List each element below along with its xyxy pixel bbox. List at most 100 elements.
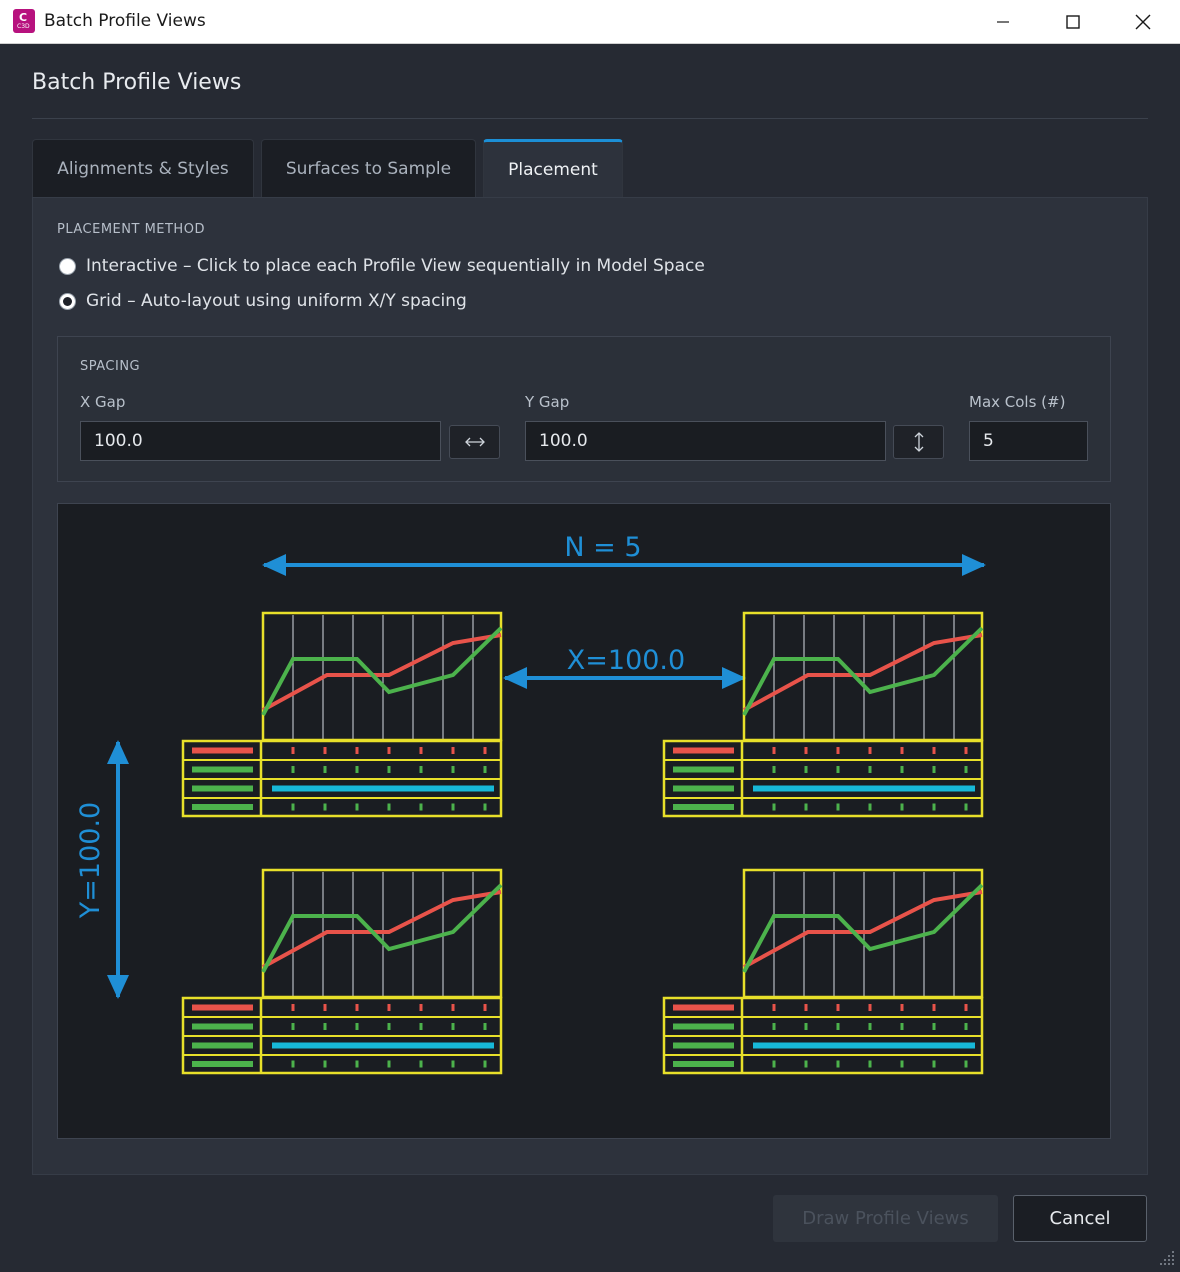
band-tick [772, 747, 776, 754]
band-tick [419, 1023, 423, 1030]
profile-view-3 [181, 868, 503, 1075]
band-tick [772, 1023, 776, 1030]
band-tick [932, 747, 936, 754]
band-tick [483, 1023, 487, 1030]
profile-red-line [262, 890, 502, 969]
y-gap-input[interactable] [525, 421, 886, 461]
x-dimension-arrow-head-end [722, 667, 746, 689]
band-tick [451, 1023, 455, 1030]
band-tick [387, 1004, 391, 1011]
band-tick [483, 747, 487, 754]
close-icon [1135, 14, 1151, 30]
minimize-icon [997, 21, 1009, 23]
band-legend-swatch [673, 804, 734, 810]
band-tick [964, 747, 968, 754]
band-tick [419, 1060, 423, 1068]
band-tick [868, 803, 872, 811]
band-tick [355, 766, 359, 773]
band-tick [419, 1004, 423, 1011]
max-cols-input[interactable] [969, 421, 1088, 461]
band-legend-swatch [673, 1023, 734, 1030]
minimize-button[interactable] [968, 0, 1038, 44]
resize-grip-icon[interactable] [1160, 1249, 1176, 1265]
band-tick [419, 803, 423, 811]
band-tick [836, 1023, 840, 1030]
band-tick [836, 747, 840, 754]
band-legend-swatch [192, 1061, 253, 1067]
band-tick [964, 766, 968, 773]
band-tick [932, 803, 936, 811]
band-legend-swatch [673, 1061, 734, 1067]
maximize-button[interactable] [1038, 0, 1108, 44]
band-tick [900, 803, 904, 811]
profile-red-line [743, 633, 983, 712]
band-tick [323, 1023, 327, 1030]
draw-profile-views-button[interactable]: Draw Profile Views [773, 1195, 998, 1242]
placement-panel: PLACEMENT METHOD Interactive – Click to … [32, 197, 1148, 1175]
tab-placement[interactable]: Placement [483, 139, 623, 198]
band-tick [868, 1060, 872, 1068]
band-legend-swatch [192, 785, 253, 792]
placement-method-label: PLACEMENT METHOD [57, 222, 205, 237]
band-tick [804, 747, 808, 754]
n-count-label: N = 5 [564, 532, 641, 563]
band-tick [291, 747, 295, 754]
band-tick [291, 803, 295, 811]
cancel-button[interactable]: Cancel [1013, 1195, 1147, 1242]
band-tick [355, 1004, 359, 1011]
band-tick [772, 803, 776, 811]
layout-preview-diagram: N = 5 X=100.0 Y=100.0 [75, 532, 986, 1075]
band-tick [323, 747, 327, 754]
radio-interactive[interactable]: Interactive – Click to place each Profil… [59, 255, 705, 277]
radio-grid[interactable]: Grid – Auto-layout using uniform X/Y spa… [59, 290, 467, 312]
profile-view-1 [181, 611, 503, 818]
band-tick [451, 803, 455, 811]
radio-grid-button[interactable] [59, 292, 76, 310]
band-legend-swatch [192, 766, 253, 773]
y-gap-pick-button[interactable] [893, 425, 944, 459]
band-tick [964, 1023, 968, 1030]
spacing-group: SPACING X Gap Y Gap Max Cols (#) [57, 336, 1111, 482]
dialog: Batch Profile Views Alignments & Styles … [0, 44, 1180, 1272]
band-tick [932, 1004, 936, 1011]
band-tick [387, 1023, 391, 1030]
horizontal-arrows-icon [464, 437, 485, 447]
tab-alignments-styles[interactable]: Alignments & Styles [32, 139, 254, 197]
x-dimension-arrow-head-start [503, 667, 527, 689]
profile-view-4 [662, 868, 984, 1075]
band-tick [804, 1004, 808, 1011]
band-tick [323, 766, 327, 773]
heading-divider [32, 118, 1148, 119]
profile-view-2 [662, 611, 984, 818]
band-tick [483, 1060, 487, 1068]
band-tick [964, 1004, 968, 1011]
band-legend-swatch [192, 804, 253, 810]
n-dimension-arrow-head-start [262, 554, 286, 576]
band-tick [868, 1004, 872, 1011]
y-dimension-arrow-head-end [107, 975, 129, 999]
tab-surfaces-to-sample[interactable]: Surfaces to Sample [261, 139, 476, 197]
x-gap-pick-button[interactable] [449, 425, 500, 459]
band-tick [483, 766, 487, 773]
profile-red-line [743, 890, 983, 969]
band-tick [291, 766, 295, 773]
x-gap-dimension-label: X=100.0 [567, 645, 685, 676]
band-legend-swatch [192, 1042, 253, 1049]
app-icon-sub: C3D [17, 23, 30, 30]
civil3d-app-icon: C C3D [13, 9, 35, 33]
y-dimension-arrow [107, 740, 129, 999]
y-gap-label: Y Gap [525, 393, 570, 411]
band-tick [964, 1060, 968, 1068]
band-tick [483, 803, 487, 811]
band-cyan-bar [753, 1042, 975, 1049]
x-gap-input[interactable] [80, 421, 441, 461]
band-legend-swatch [192, 747, 253, 754]
band-tick [804, 1060, 808, 1068]
radio-interactive-button[interactable] [59, 257, 76, 275]
band-tick [804, 803, 808, 811]
band-tick [483, 1004, 487, 1011]
band-tick [900, 747, 904, 754]
close-button[interactable] [1108, 0, 1178, 44]
band-tick [451, 747, 455, 754]
dialog-heading: Batch Profile Views [32, 70, 242, 95]
